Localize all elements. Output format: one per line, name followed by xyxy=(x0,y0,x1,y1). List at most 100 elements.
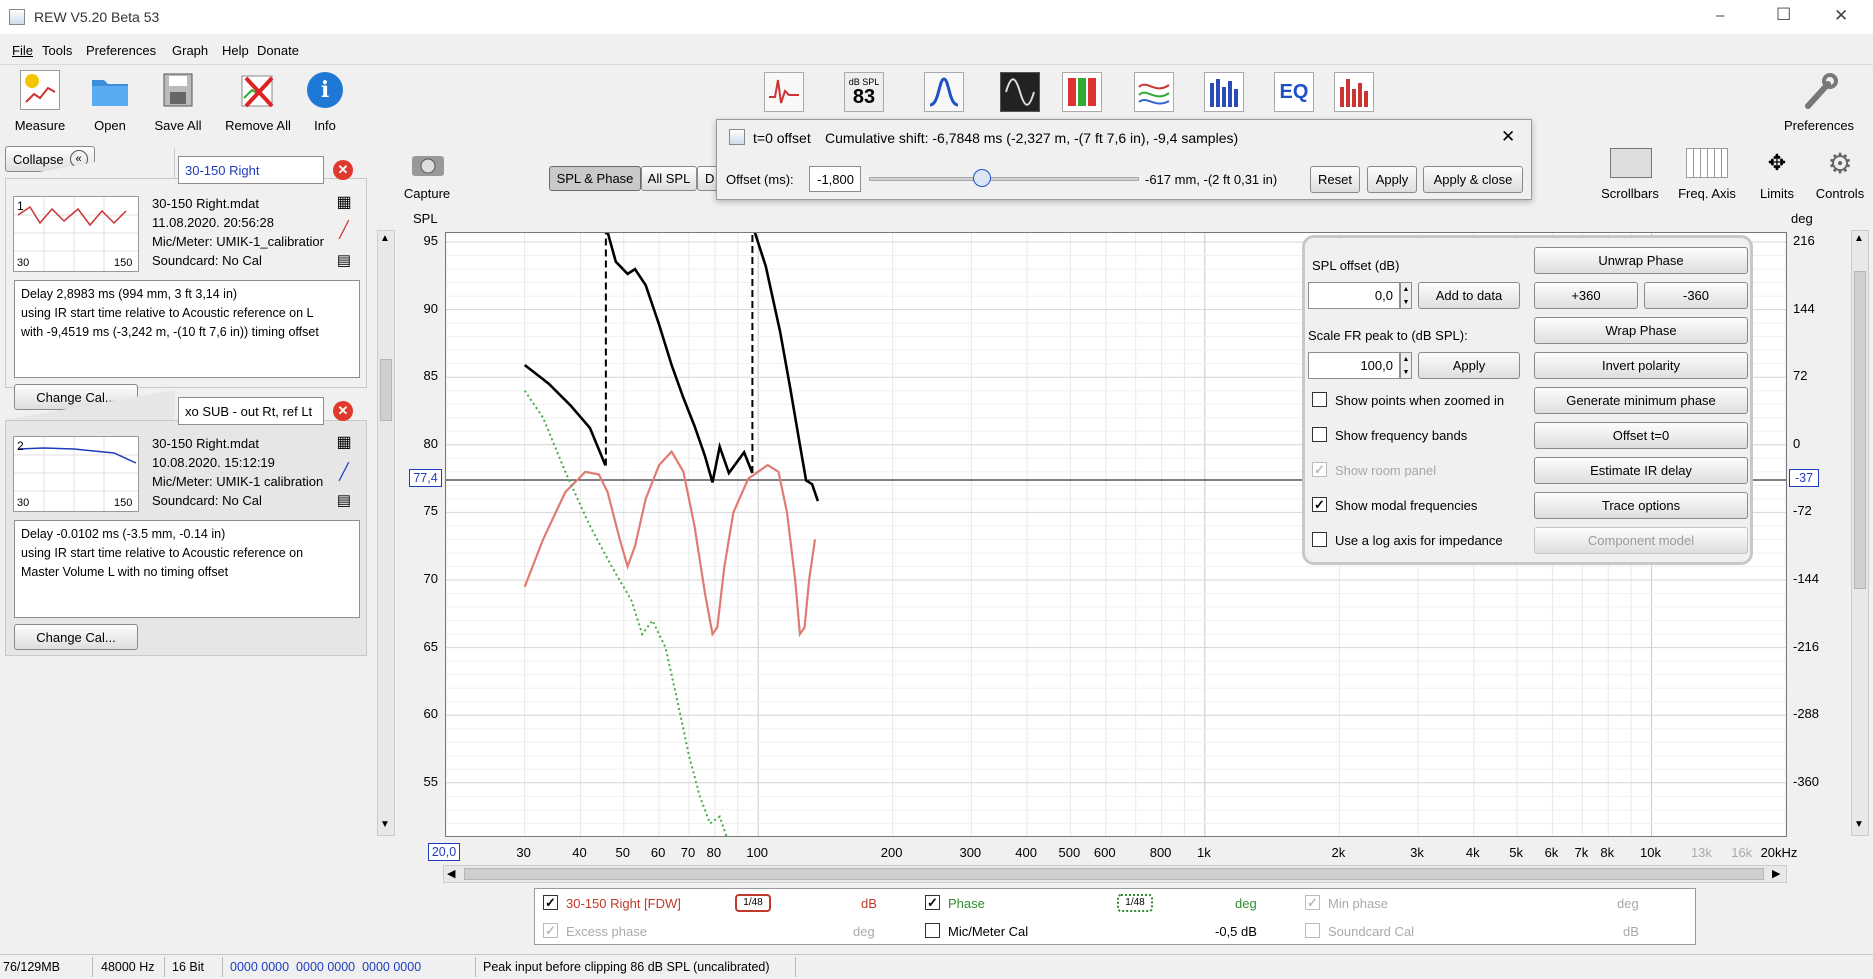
measurement-2-change-cal-button[interactable]: Change Cal... xyxy=(14,624,138,650)
spectrum-icon[interactable] xyxy=(1334,72,1374,112)
show-points-checkbox[interactable] xyxy=(1312,392,1327,407)
scale-fr-spinner[interactable]: ▲ ▼ xyxy=(1400,352,1412,379)
scroll-thumb[interactable] xyxy=(1854,271,1866,589)
generate-minimum-phase-button[interactable]: Generate minimum phase xyxy=(1534,387,1748,414)
trace-options-button[interactable]: Trace options xyxy=(1534,492,1748,519)
spl-offset-spinner[interactable]: ▲ ▼ xyxy=(1400,282,1412,309)
measurement-2-settings-icon[interactable]: ▦ xyxy=(334,432,354,452)
legend-phase-smoothing[interactable]: 1/48 xyxy=(1117,894,1153,912)
left-vertical-scrollbar[interactable]: ▲ ▼ xyxy=(377,230,395,836)
estimate-ir-delay-button[interactable]: Estimate IR delay xyxy=(1534,457,1748,484)
x-tick-label: 300 xyxy=(959,845,982,860)
menu-file[interactable]: File xyxy=(12,43,33,58)
x-tick-label: 16k xyxy=(1731,845,1753,860)
dialog-close-icon[interactable]: ✕ xyxy=(1501,127,1515,147)
measurement-2-mic: Mic/Meter: UMIK-1 calibration xyxy=(152,474,324,489)
minimize-button[interactable]: – xyxy=(1716,7,1724,24)
eq-icon[interactable]: EQ xyxy=(1274,72,1314,112)
close-button[interactable]: ✕ xyxy=(1834,6,1848,26)
scroll-down-icon[interactable]: ▼ xyxy=(1854,819,1864,830)
remove-all-button[interactable]: Remove All xyxy=(222,70,294,134)
add-to-data-button[interactable]: Add to data xyxy=(1418,282,1520,309)
minus-360-button[interactable]: -360 xyxy=(1644,282,1748,309)
offset-t0-button[interactable]: Offset t=0 xyxy=(1534,422,1748,449)
spl-meter-icon[interactable]: dB SPL 83 xyxy=(844,72,884,112)
measurement-2-info-icon[interactable]: ▤ xyxy=(334,490,354,510)
measurement-1-name-field[interactable]: 30-150 Right xyxy=(178,156,324,184)
measurement-1-date: 11.08.2020. 20:56:28 xyxy=(152,215,274,230)
show-room-panel-checkbox[interactable]: ✓ xyxy=(1312,462,1327,477)
scroll-thumb[interactable] xyxy=(464,868,1764,880)
legend-mic-cal-checkbox[interactable] xyxy=(925,923,940,938)
waterfall-icon[interactable] xyxy=(1204,72,1244,112)
measurement-1-thumbnail[interactable]: 1 30 150 xyxy=(13,196,139,272)
offset-slider-thumb[interactable] xyxy=(973,169,992,187)
menu-help[interactable]: Help xyxy=(222,43,249,58)
measurement-2-remove-icon[interactable]: ✕ xyxy=(333,401,353,421)
menu-graph[interactable]: Graph xyxy=(172,43,208,58)
legend-phase-checkbox[interactable]: ✓ xyxy=(925,895,940,910)
unwrap-phase-button[interactable]: Unwrap Phase xyxy=(1534,247,1748,274)
apply-close-button[interactable]: Apply & close xyxy=(1423,166,1523,193)
offset-slider-track[interactable] xyxy=(869,177,1139,181)
horizontal-scrollbar[interactable]: ◀ ▶ xyxy=(443,865,1787,883)
capture-button[interactable]: Capture xyxy=(400,150,454,204)
measurement-1-info-icon[interactable]: ▤ xyxy=(334,250,354,270)
right-vertical-scrollbar[interactable]: ▲ ▼ xyxy=(1851,230,1869,836)
x-tick-label: 800 xyxy=(1149,845,1172,860)
spl-offset-input[interactable]: 0,0 xyxy=(1308,282,1400,309)
limits-button[interactable]: ✥ Limits xyxy=(1752,148,1802,204)
scope-icon[interactable] xyxy=(1000,72,1040,112)
x-tick-label: 13k xyxy=(1690,845,1712,860)
overlay-icon[interactable] xyxy=(1134,72,1174,112)
legend-min-phase-checkbox[interactable]: ✓ xyxy=(1305,895,1320,910)
scale-fr-input[interactable]: 100,0 xyxy=(1308,352,1400,379)
open-button[interactable]: Open xyxy=(80,70,140,134)
measurement-2-thumbnail[interactable]: 2 30 150 xyxy=(13,436,139,512)
show-modal-frequencies-checkbox[interactable]: ✓ xyxy=(1312,497,1327,512)
preferences-button[interactable]: Preferences xyxy=(1774,70,1864,134)
rta-level-icon[interactable] xyxy=(1062,72,1102,112)
impulse-graph-icon[interactable] xyxy=(764,72,804,112)
window-title: REW V5.20 Beta 53 xyxy=(34,9,160,25)
maximize-button[interactable]: ☐ xyxy=(1776,5,1791,25)
save-all-button[interactable]: Save All xyxy=(148,70,208,134)
apply-button[interactable]: Apply xyxy=(1367,166,1417,193)
tab-spl-phase[interactable]: SPL & Phase xyxy=(549,166,641,191)
component-model-button[interactable]: Component model xyxy=(1534,527,1748,554)
invert-polarity-button[interactable]: Invert polarity xyxy=(1534,352,1748,379)
measurement-2-name-field[interactable]: xo SUB - out Rt, ref Lt xyxy=(178,397,324,425)
measurement-2-color-icon[interactable]: ╱ xyxy=(334,462,354,482)
offset-input[interactable]: -1,800 xyxy=(809,166,861,192)
menu-preferences[interactable]: Preferences xyxy=(86,43,156,58)
show-frequency-bands-checkbox[interactable] xyxy=(1312,427,1327,442)
freq-axis-button[interactable]: Freq. Axis xyxy=(1672,148,1742,204)
controls-button[interactable]: ⚙ Controls xyxy=(1810,148,1870,204)
menu-donate[interactable]: Donate xyxy=(257,43,299,58)
plus-360-button[interactable]: +360 xyxy=(1534,282,1638,309)
scroll-down-icon[interactable]: ▼ xyxy=(380,819,390,830)
measurement-1-settings-icon[interactable]: ▦ xyxy=(334,192,354,212)
tab-all-spl[interactable]: All SPL xyxy=(641,166,697,191)
legend-spl-smoothing[interactable]: 1/48 xyxy=(735,894,771,912)
legend-soundcard-cal-checkbox[interactable] xyxy=(1305,923,1320,938)
legend-spl-checkbox[interactable]: ✓ xyxy=(543,895,558,910)
reset-button[interactable]: Reset xyxy=(1310,166,1360,193)
scroll-right-icon[interactable]: ▶ xyxy=(1772,867,1780,880)
wrap-phase-button[interactable]: Wrap Phase xyxy=(1534,317,1748,344)
signal-generator-icon[interactable] xyxy=(924,72,964,112)
measurement-1-color-icon[interactable]: ╱ xyxy=(334,220,354,240)
info-button[interactable]: i Info xyxy=(300,70,350,134)
scroll-thumb[interactable] xyxy=(380,359,392,421)
menu-tools[interactable]: Tools xyxy=(42,43,72,58)
log-axis-impedance-checkbox[interactable] xyxy=(1312,532,1327,547)
measure-button[interactable]: Measure xyxy=(10,70,70,134)
scale-apply-button[interactable]: Apply xyxy=(1418,352,1520,379)
scroll-up-icon[interactable]: ▲ xyxy=(1854,233,1864,244)
scroll-up-icon[interactable]: ▲ xyxy=(380,233,390,244)
scrollbars-button[interactable]: Scrollbars xyxy=(1598,148,1662,204)
remove-icon xyxy=(238,72,278,110)
scroll-left-icon[interactable]: ◀ xyxy=(447,867,455,880)
measurement-1-remove-icon[interactable]: ✕ xyxy=(333,160,353,180)
legend-excess-phase-checkbox[interactable]: ✓ xyxy=(543,923,558,938)
